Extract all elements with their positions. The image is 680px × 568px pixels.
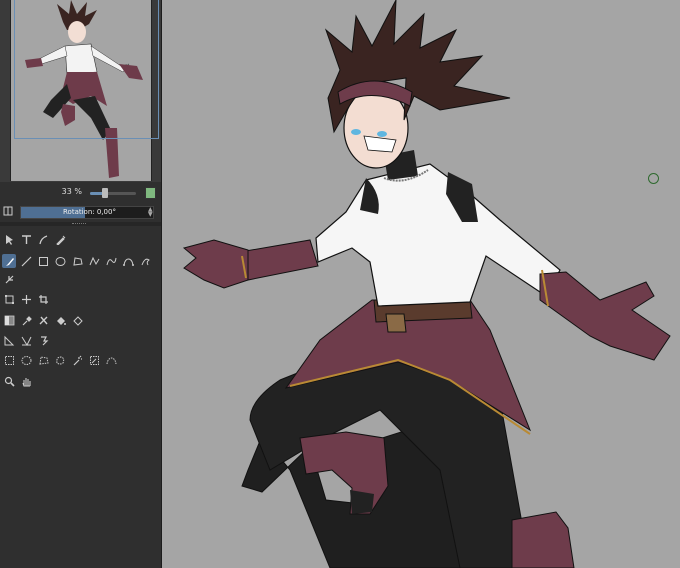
smart-patch-icon[interactable] — [36, 313, 50, 327]
rotation-field[interactable]: Rotation: 0,00° — [20, 206, 154, 219]
reference-icon[interactable] — [36, 333, 50, 347]
freehand-select-icon[interactable] — [53, 353, 67, 367]
polyline-icon[interactable] — [87, 254, 101, 268]
crop-icon[interactable] — [36, 292, 50, 306]
pan-icon[interactable] — [19, 374, 33, 388]
bezier-select-icon[interactable] — [104, 353, 118, 367]
rotation-row: Rotation: 0,00° ▲ ▼ — [0, 205, 161, 219]
dynamic-brush-icon[interactable] — [138, 254, 152, 268]
line-icon[interactable] — [19, 254, 33, 268]
panel-divider[interactable] — [0, 222, 161, 226]
divider-grip — [72, 223, 86, 226]
calligraphy-icon[interactable] — [36, 232, 50, 246]
ellipse-select-icon[interactable] — [19, 353, 33, 367]
brush-icon[interactable] — [2, 254, 16, 268]
canvas[interactable] — [162, 0, 680, 568]
move-icon[interactable] — [19, 292, 33, 306]
enclosed-fill-icon[interactable] — [70, 313, 84, 327]
ellipse-icon[interactable] — [53, 254, 67, 268]
zoom-row: 33 % — [0, 184, 161, 202]
transform-icon[interactable] — [2, 292, 16, 306]
text-icon[interactable] — [19, 232, 33, 246]
polygon-icon[interactable] — [70, 254, 84, 268]
rotate-icon[interactable] — [3, 206, 13, 216]
gradient-icon[interactable] — [2, 313, 16, 327]
overview-viewport-rect[interactable] — [14, 0, 159, 139]
tool-sidebar: 33 % Rotation: 0,00° ▲ ▼ — [0, 0, 162, 568]
rotation-spin-icon[interactable]: ▲ ▼ — [148, 207, 155, 218]
rect-select-icon[interactable] — [2, 353, 16, 367]
fill-pen-icon[interactable] — [53, 232, 67, 246]
zoom-slider-handle[interactable] — [102, 188, 108, 198]
rectangle-icon[interactable] — [36, 254, 50, 268]
zoom-level-label: 33 % — [61, 187, 82, 196]
measure-icon[interactable] — [2, 333, 16, 347]
assistant-icon[interactable] — [19, 333, 33, 347]
zoom-fit-button[interactable] — [145, 187, 156, 199]
zoom-slider[interactable] — [90, 188, 136, 198]
overview-docker — [0, 0, 161, 182]
brush-cursor-outline — [648, 173, 659, 184]
bezier-icon[interactable] — [121, 254, 135, 268]
color-picker-icon[interactable] — [19, 313, 33, 327]
zoom-icon[interactable] — [2, 374, 16, 388]
similar-select-icon[interactable] — [87, 353, 101, 367]
canvas-artwork — [182, 0, 671, 568]
contiguous-select-icon[interactable] — [70, 353, 84, 367]
rotation-value: Rotation: 0,00° — [63, 208, 116, 216]
fill-icon[interactable] — [53, 313, 67, 327]
multibrush-icon[interactable] — [2, 272, 16, 286]
select-icon[interactable] — [2, 232, 16, 246]
polygon-select-icon[interactable] — [36, 353, 50, 367]
freehand-path-icon[interactable] — [104, 254, 118, 268]
